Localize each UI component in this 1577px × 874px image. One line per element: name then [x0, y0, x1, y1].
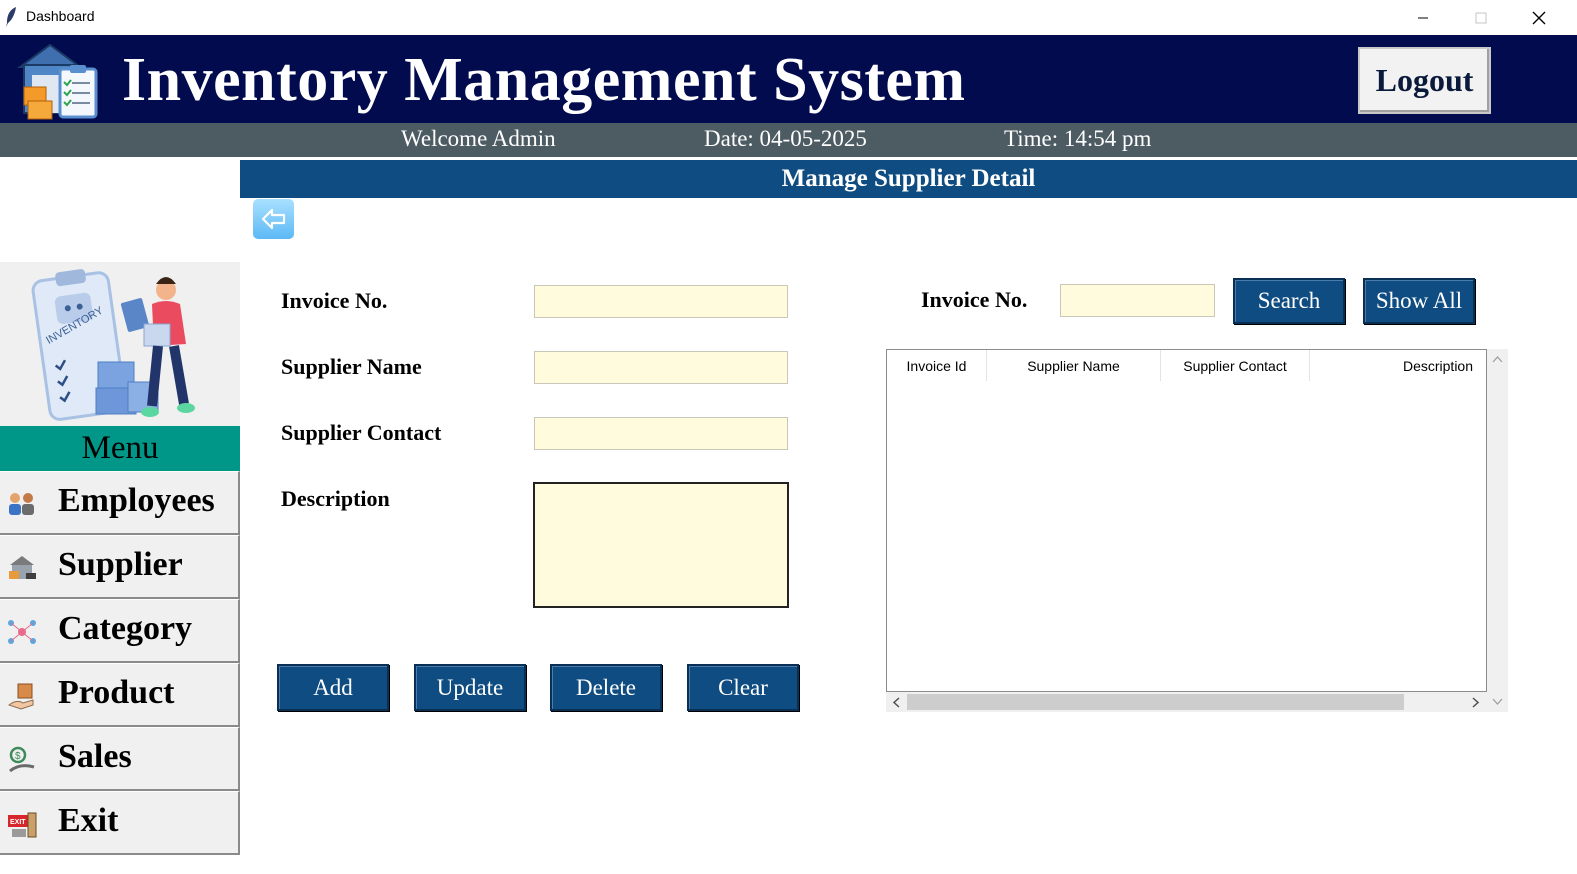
status-bar: Welcome Admin Date: 04-05-2025 Time: 14:… [0, 123, 1577, 157]
table-body[interactable]: Invoice Id Supplier Name Supplier Contac… [886, 349, 1487, 692]
search-invoice-label: Invoice No. [921, 287, 1028, 312]
horizontal-scroll-thumb[interactable] [907, 694, 1404, 710]
update-button[interactable]: Update [414, 664, 526, 711]
inventory-illustration: INVENTORY [0, 262, 240, 426]
sidebar-item-label: Category [58, 610, 193, 647]
sidebar-item-product[interactable]: Product [0, 663, 240, 727]
app-header: Inventory Management System Logout [0, 35, 1577, 123]
close-icon [1532, 11, 1546, 24]
scroll-right-icon[interactable] [1472, 697, 1480, 708]
back-button[interactable] [253, 199, 294, 239]
sidebar-item-category[interactable]: Category [0, 599, 240, 663]
maximize-button[interactable] [1458, 0, 1504, 35]
exit-icon: EXIT [8, 812, 37, 838]
sidebar-item-employees[interactable]: Employees [0, 471, 240, 535]
scroll-up-icon[interactable] [1492, 355, 1503, 363]
supplier-contact-input[interactable] [534, 417, 788, 450]
logout-button[interactable]: Logout [1358, 47, 1491, 114]
sidebar-item-label: Product [58, 674, 175, 711]
svg-text:$: $ [15, 751, 21, 762]
svg-text:EXIT: EXIT [10, 819, 26, 826]
clear-button[interactable]: Clear [687, 664, 799, 711]
description-textarea[interactable] [533, 482, 789, 608]
scroll-down-icon[interactable] [1492, 698, 1503, 706]
show-all-button[interactable]: Show All [1363, 278, 1475, 324]
scroll-left-icon[interactable] [892, 697, 900, 708]
description-label: Description [281, 486, 390, 511]
sidebar-item-label: Sales [58, 738, 132, 775]
minimize-button[interactable] [1400, 0, 1446, 35]
maximize-icon [1475, 12, 1487, 23]
inventory-illustration-icon: INVENTORY [31, 269, 195, 421]
supplier-name-label: Supplier Name [281, 354, 422, 379]
supplier-table[interactable]: Invoice Id Supplier Name Supplier Contac… [886, 349, 1508, 712]
page-title: Manage Supplier Detail [240, 160, 1577, 198]
column-header-supplier-contact[interactable]: Supplier Contact [1161, 350, 1310, 381]
sidebar: INVENTORY Menu Employees Supplier Catego… [0, 262, 240, 874]
sidebar-item-exit[interactable]: EXIT Exit [0, 791, 240, 855]
back-arrow-icon [261, 208, 285, 230]
supplier-contact-label: Supplier Contact [281, 420, 442, 445]
sales-icon: $ [9, 746, 35, 773]
invoice-label: Invoice No. [281, 288, 388, 313]
supplier-name-input[interactable] [534, 351, 788, 384]
sidebar-item-label: Employees [58, 482, 215, 519]
search-invoice-input[interactable] [1060, 284, 1215, 317]
supplier-icon [9, 556, 36, 579]
time-text: Time: 14:54 pm [1004, 126, 1152, 151]
category-icon [8, 620, 36, 644]
sidebar-item-label: Exit [58, 802, 119, 839]
column-header-description[interactable]: Description [1310, 350, 1486, 381]
app-title: Inventory Management System [122, 46, 966, 114]
column-header-supplier-name[interactable]: Supplier Name [987, 350, 1161, 381]
vertical-scrollbar[interactable] [1487, 349, 1508, 712]
invoice-input[interactable] [534, 285, 788, 318]
horizontal-scrollbar[interactable] [886, 692, 1487, 712]
sidebar-item-label: Supplier [58, 546, 183, 583]
warehouse-logo-icon [16, 43, 98, 120]
search-button[interactable]: Search [1233, 278, 1345, 324]
sidebar-item-sales[interactable]: $ Sales [0, 727, 240, 791]
feather-icon [6, 7, 16, 27]
add-button[interactable]: Add [277, 664, 389, 711]
window-title: Dashboard [26, 8, 95, 24]
delete-button[interactable]: Delete [550, 664, 662, 711]
welcome-text: Welcome Admin [401, 126, 556, 151]
employees-icon [9, 493, 34, 515]
minimize-icon [1418, 17, 1428, 18]
date-text: Date: 04-05-2025 [704, 126, 867, 151]
product-icon [7, 683, 34, 710]
close-button[interactable] [1516, 0, 1562, 35]
menu-header: Menu [0, 426, 240, 471]
column-header-invoice-id[interactable]: Invoice Id [887, 350, 987, 381]
window-titlebar: Dashboard [0, 0, 1577, 35]
sidebar-item-supplier[interactable]: Supplier [0, 535, 240, 599]
